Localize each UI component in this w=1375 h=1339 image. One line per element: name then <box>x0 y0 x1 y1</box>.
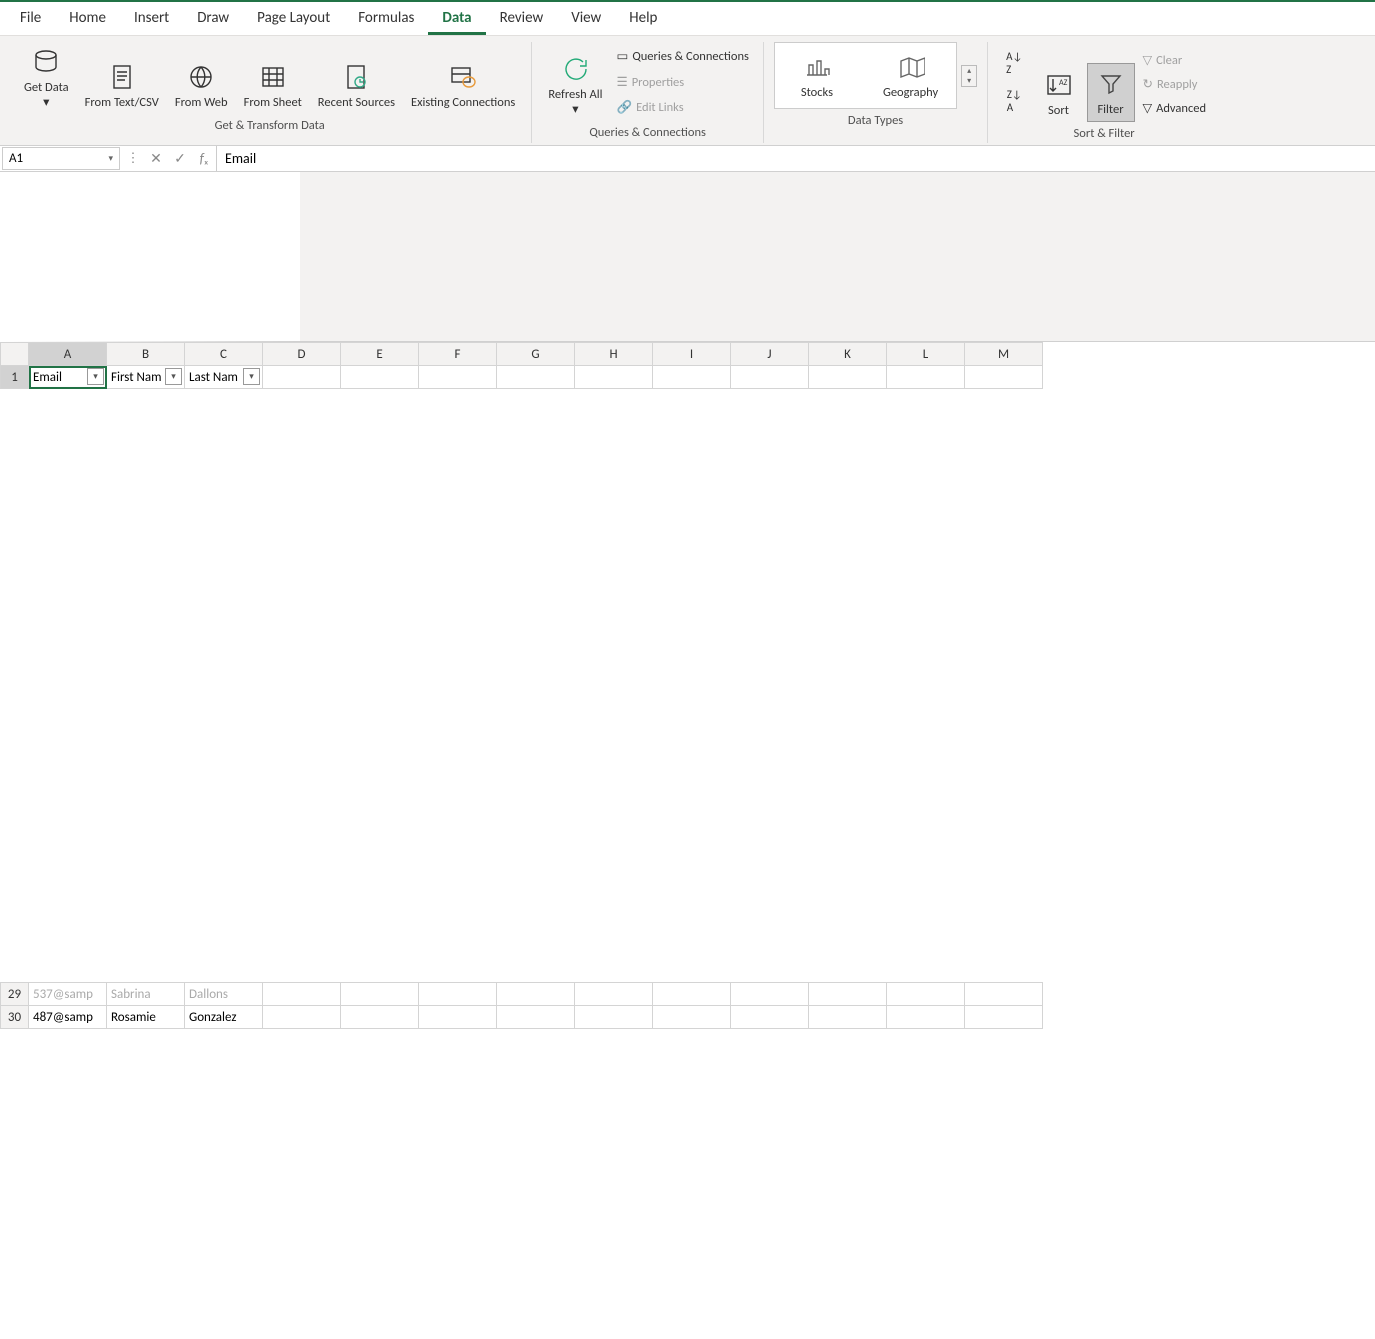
funnel-icon <box>1095 68 1127 100</box>
cell-C1[interactable]: Last Nam▾ <box>185 366 263 389</box>
map-icon <box>895 51 927 83</box>
tab-formulas[interactable]: Formulas <box>344 3 428 35</box>
from-web-button[interactable]: From Web <box>169 57 234 114</box>
col-header-F[interactable]: F <box>419 343 497 366</box>
worksheet-grid[interactable]: A B C D E F G H I J K L M 1 Email ▾ <box>0 342 1375 1339</box>
tab-data[interactable]: Data <box>428 3 485 35</box>
recent-sources-button[interactable]: Recent Sources <box>312 57 401 114</box>
group-label-get-transform: Get & Transform Data <box>215 114 325 135</box>
ribbon-tabbar: File Home Insert Draw Page Layout Formul… <box>0 2 1375 36</box>
col-header-G[interactable]: G <box>497 343 575 366</box>
tab-view[interactable]: View <box>557 3 615 35</box>
col-header-C[interactable]: C <box>185 343 263 366</box>
col-header-H[interactable]: H <box>575 343 653 366</box>
cell-A1[interactable]: Email ▾ A↓Sort A to Z Z↓Sort Z to A Sort… <box>29 366 107 389</box>
datatype-spinner[interactable]: ▴▾ <box>961 65 977 87</box>
col-header-I[interactable]: I <box>653 343 731 366</box>
tab-file[interactable]: File <box>6 3 55 35</box>
group-label-datatypes: Data Types <box>848 109 903 130</box>
table-icon <box>257 61 289 93</box>
sort-desc-button[interactable]: Z↓A <box>1003 86 1026 116</box>
stocks-icon <box>801 51 833 83</box>
tab-home[interactable]: Home <box>55 3 120 35</box>
existing-connections-button[interactable]: Existing Connections <box>405 57 521 114</box>
filter-dropdown-A[interactable]: ▾ <box>87 368 104 385</box>
tab-page-layout[interactable]: Page Layout <box>243 3 344 35</box>
from-text-csv-button[interactable]: From Text/CSV <box>79 57 165 114</box>
filter-button[interactable]: Filter <box>1087 63 1135 122</box>
links-icon: 🔗 <box>617 100 633 115</box>
connections-icon: ▭ <box>617 48 629 64</box>
sort-asc-button[interactable]: A↓Z <box>1002 48 1026 78</box>
cell-B30[interactable]: Rosamie <box>107 1006 185 1029</box>
file-text-icon <box>106 61 138 93</box>
cell-C30[interactable]: Gonzalez <box>185 1006 263 1029</box>
col-header-J[interactable]: J <box>731 343 809 366</box>
formula-input[interactable] <box>216 146 1375 171</box>
enter-formula-button[interactable]: ✓ <box>168 146 192 171</box>
queries-connections-button[interactable]: ▭Queries & Connections <box>613 46 753 66</box>
col-header-B[interactable]: B <box>107 343 185 366</box>
col-header-A[interactable]: A <box>29 343 107 366</box>
sort-desc-icon: Z↓A <box>1007 88 1022 114</box>
row-header-30[interactable]: 30 <box>1 1006 29 1029</box>
database-icon <box>30 46 62 78</box>
properties-icon: ☰ <box>617 74 628 90</box>
from-sheet-button[interactable]: From Sheet <box>238 57 308 114</box>
globe-icon <box>185 61 217 93</box>
col-header-M[interactable]: M <box>965 343 1043 366</box>
group-label-queries: Queries & Connections <box>589 121 706 142</box>
link-table-icon <box>447 61 479 93</box>
clear-icon: ▽ <box>1143 52 1153 68</box>
group-label-sortfilter: Sort & Filter <box>1074 122 1135 143</box>
sort-button[interactable]: AZ Sort <box>1035 65 1083 122</box>
col-header-K[interactable]: K <box>809 343 887 366</box>
refresh-all-button[interactable]: Refresh All ▾ <box>542 49 608 121</box>
advanced-filter-button[interactable]: ▽Advanced <box>1139 98 1211 118</box>
tab-insert[interactable]: Insert <box>120 3 183 35</box>
col-header-E[interactable]: E <box>341 343 419 366</box>
cell-A29[interactable]: 537@samp <box>29 983 107 1006</box>
filter-dropdown-C[interactable]: ▾ <box>243 368 260 385</box>
clock-file-icon <box>340 61 372 93</box>
stocks-button[interactable]: Stocks <box>787 47 847 104</box>
ribbon: Get Data ▾ From Text/CSV From Web From S… <box>0 36 1375 146</box>
filter-dropdown-B[interactable]: ▾ <box>165 368 182 385</box>
properties-button: ☰Properties <box>613 72 753 92</box>
sort-asc-icon: A↓Z <box>1006 50 1022 76</box>
row-header-29[interactable]: 29 <box>1 983 29 1006</box>
advanced-icon: ▽ <box>1143 100 1153 116</box>
get-data-button[interactable]: Get Data ▾ <box>18 42 75 114</box>
cell-B29[interactable]: Sabrina <box>107 983 185 1006</box>
tab-draw[interactable]: Draw <box>183 3 243 35</box>
insert-function-button[interactable]: fₓ <box>192 146 216 171</box>
cell-B1[interactable]: First Nam▾ <box>107 366 185 389</box>
tab-review[interactable]: Review <box>486 3 558 35</box>
clear-filter-button: ▽Clear <box>1139 50 1211 70</box>
col-header-L[interactable]: L <box>887 343 965 366</box>
geography-button[interactable]: Geography <box>877 47 944 104</box>
edit-links-button: 🔗Edit Links <box>613 98 753 117</box>
tab-help[interactable]: Help <box>615 3 671 35</box>
formula-bar: A1▾ ⋮ ✕ ✓ fₓ <box>0 146 1375 172</box>
reapply-icon: ↻ <box>1143 76 1153 92</box>
sort-icon: AZ <box>1043 69 1075 101</box>
refresh-icon <box>559 53 591 85</box>
cancel-formula-button[interactable]: ✕ <box>144 146 168 171</box>
name-box[interactable]: A1▾ <box>2 147 120 170</box>
col-header-D[interactable]: D <box>263 343 341 366</box>
row-header-1[interactable]: 1 <box>1 366 29 389</box>
reapply-button: ↻Reapply <box>1139 74 1211 94</box>
cell-C29[interactable]: Dallons <box>185 983 263 1006</box>
cell-A30[interactable]: 487@samp <box>29 1006 107 1029</box>
svg-text:AZ: AZ <box>1059 78 1068 88</box>
